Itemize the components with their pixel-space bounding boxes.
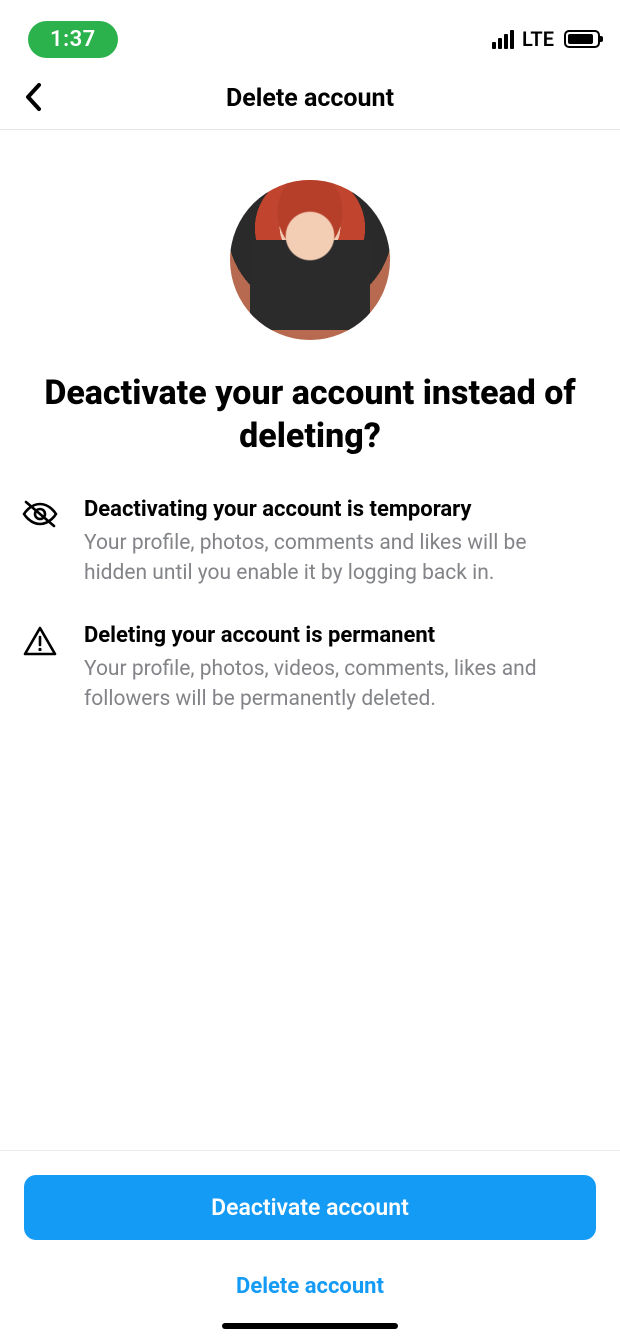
- main-heading: Deactivate your account instead of delet…: [0, 372, 620, 457]
- battery-icon: [564, 30, 600, 48]
- back-button[interactable]: [14, 72, 52, 126]
- status-indicators: LTE: [492, 27, 600, 51]
- home-indicator[interactable]: [222, 1323, 398, 1329]
- network-type: LTE: [522, 27, 554, 51]
- info-item-deactivate: Deactivating your account is temporary Y…: [20, 497, 590, 589]
- nav-header: Delete account: [0, 68, 620, 130]
- info-description: Your profile, photos, videos, comments, …: [84, 654, 590, 715]
- info-title: Deleting your account is permanent: [84, 623, 590, 648]
- delete-account-button[interactable]: Delete account: [24, 1266, 596, 1323]
- info-description: Your profile, photos, comments and likes…: [84, 528, 590, 589]
- cell-signal-icon: [492, 29, 514, 49]
- status-bar: 1:37 LTE: [0, 0, 620, 68]
- info-item-delete: Deleting your account is permanent Your …: [20, 623, 590, 715]
- page-title: Delete account: [226, 84, 394, 113]
- eye-slash-icon: [20, 497, 60, 529]
- info-list: Deactivating your account is temporary Y…: [0, 497, 620, 715]
- chevron-left-icon: [24, 82, 42, 112]
- main-content: Deactivate your account instead of delet…: [0, 130, 620, 715]
- deactivate-account-button[interactable]: Deactivate account: [24, 1175, 596, 1240]
- warning-triangle-icon: [20, 623, 60, 657]
- avatar: [230, 180, 390, 340]
- info-title: Deactivating your account is temporary: [84, 497, 590, 522]
- footer: Deactivate account Delete account: [0, 1150, 620, 1343]
- status-time: 1:37: [28, 21, 118, 58]
